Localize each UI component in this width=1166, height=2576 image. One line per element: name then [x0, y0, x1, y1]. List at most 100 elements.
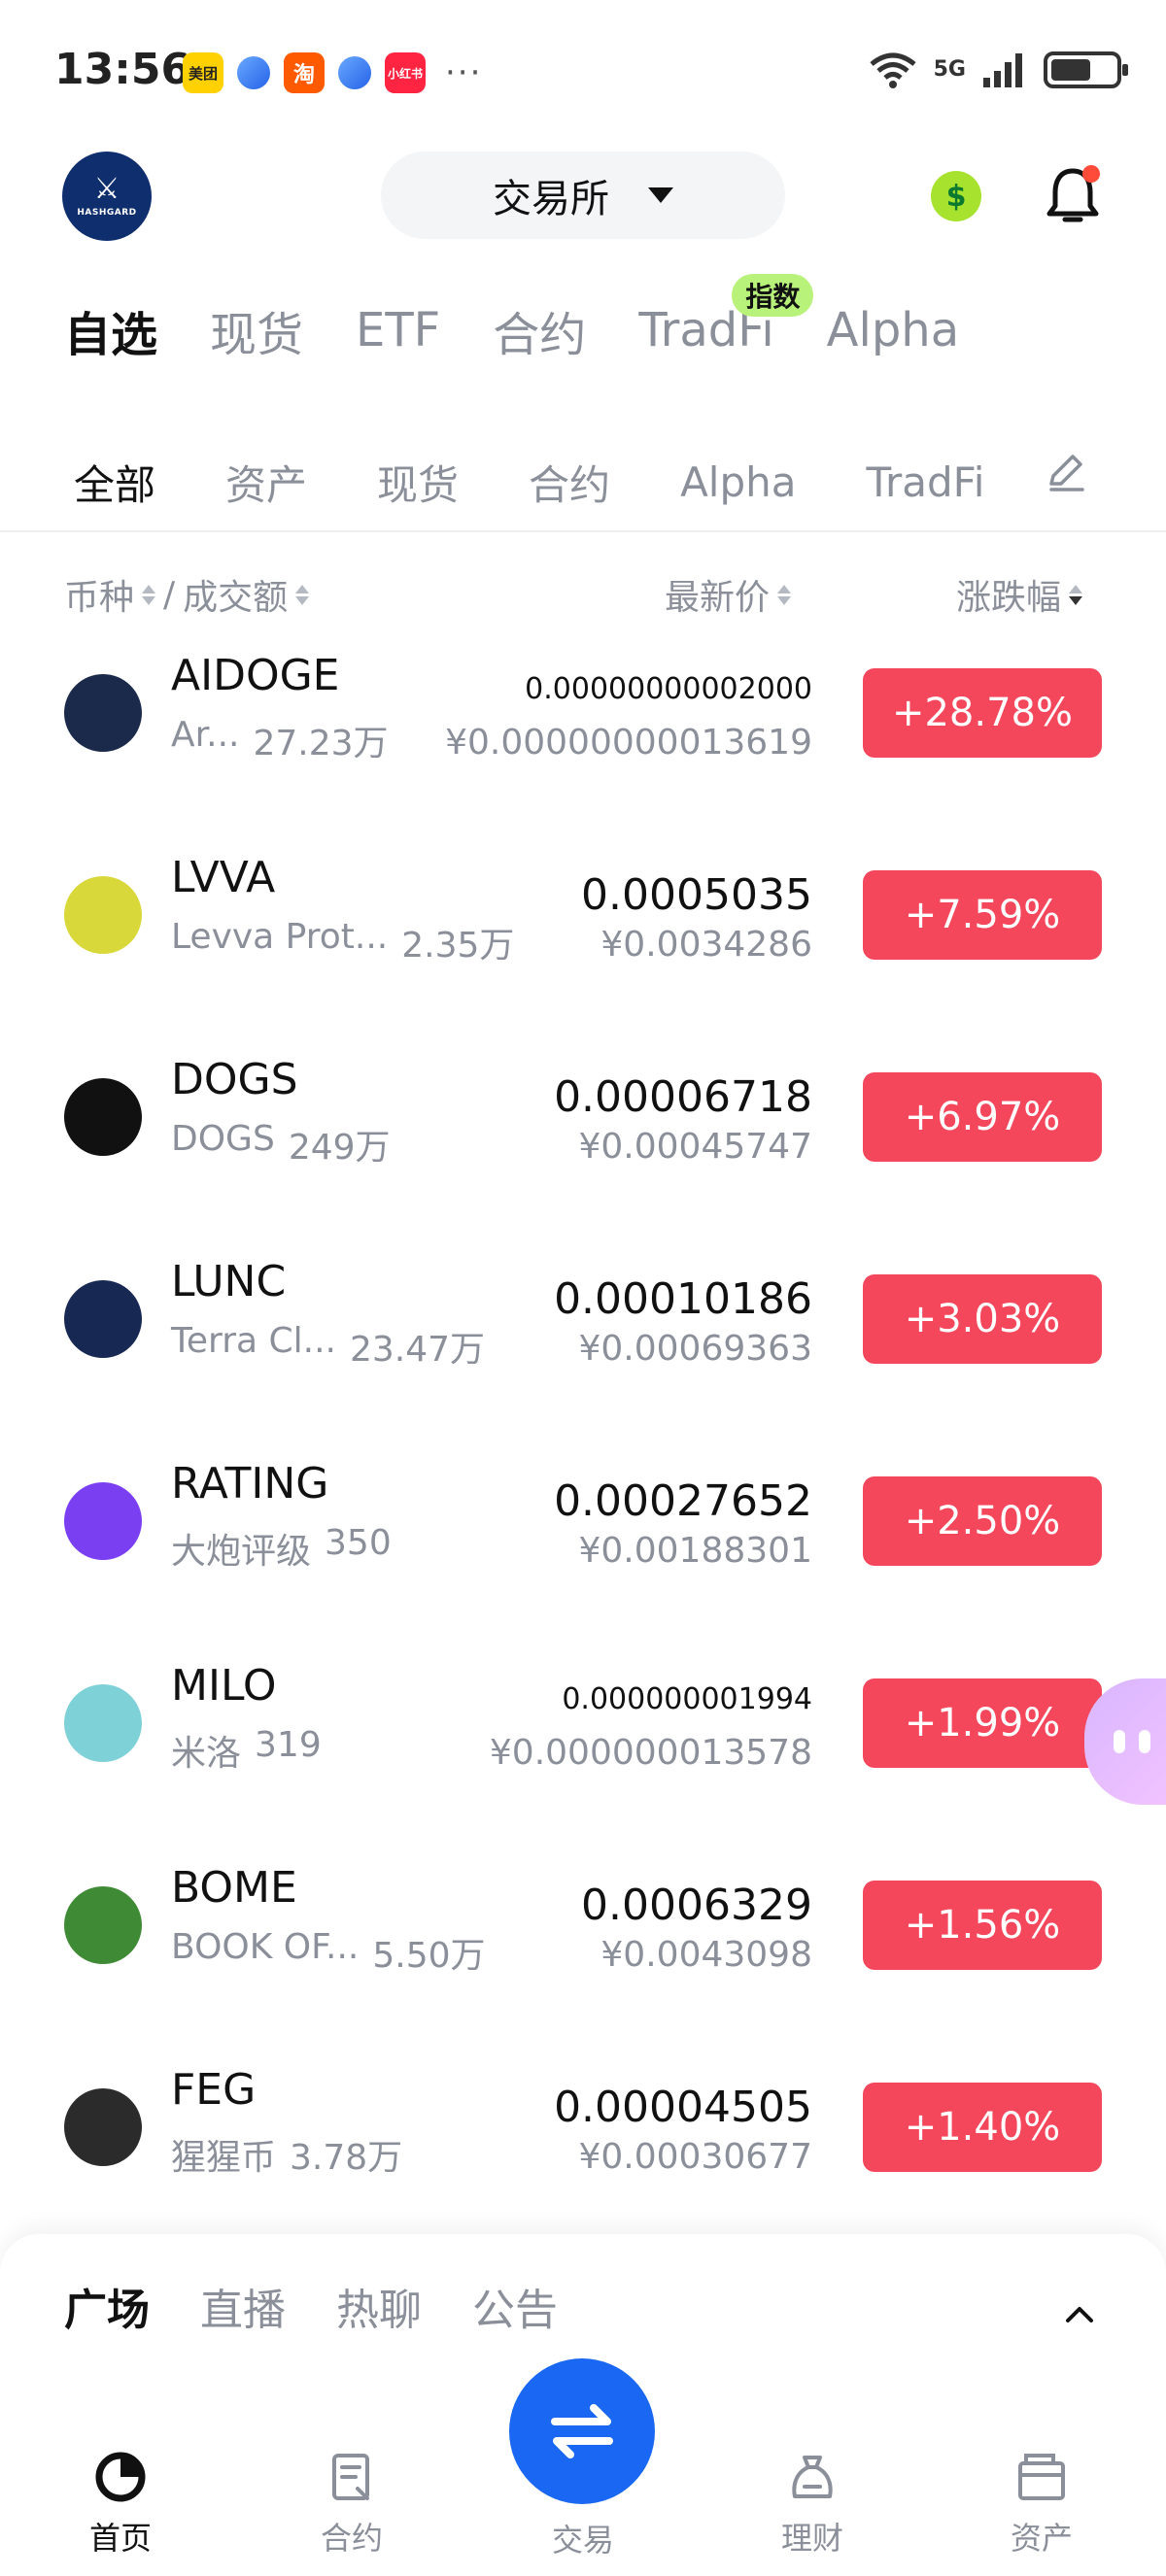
sort-change[interactable]: 涨跌幅 [956, 569, 1083, 620]
coin-name: Terra Cl... [171, 1321, 336, 1361]
wifi-icon [870, 52, 916, 88]
change-badge[interactable]: +1.56% [863, 1881, 1102, 1970]
coin-price: 0.00004505 [554, 2083, 812, 2132]
change-badge[interactable]: +7.59% [863, 870, 1102, 960]
subtab-futures[interactable]: 合约 [529, 453, 610, 512]
chevron-up-icon[interactable] [1063, 2298, 1096, 2331]
sort-price[interactable]: 最新价 [665, 569, 792, 620]
coin-row[interactable]: FEG 猩猩币 3.78万 0.00004505 ¥0.00030677 +1.… [0, 2050, 1166, 2252]
logo-shield-icon: ⚔ [93, 172, 120, 206]
change-badge[interactable]: +2.50% [863, 1476, 1102, 1566]
subtab-assets[interactable]: 资产 [225, 453, 307, 512]
coin-price: 0.00027652 [554, 1476, 812, 1526]
change-badge[interactable]: +1.40% [863, 2083, 1102, 2172]
nav-contracts[interactable]: 合约 [293, 2450, 410, 2559]
coin-row[interactable]: RATING 大炮评级 350 0.00027652 ¥0.00188301 +… [0, 1443, 1166, 1645]
tab-alpha[interactable]: Alpha [827, 303, 959, 357]
chevron-down-icon [648, 187, 673, 203]
coin-logo-icon [64, 1482, 142, 1560]
nav-assets[interactable]: 资产 [983, 2450, 1100, 2559]
coin-price-cny: ¥0.000000013578 [489, 1733, 812, 1773]
sheet-tab-chat[interactable]: 热聊 [336, 2275, 422, 2337]
tab-futures[interactable]: 合约 [493, 296, 586, 364]
sort-icon [142, 584, 156, 605]
notification-bell-button[interactable] [1044, 163, 1102, 227]
network-type: 5G [933, 57, 966, 82]
tab-tradfi[interactable]: TradFi 指数 [638, 274, 814, 357]
sheet-tab-announcement[interactable]: 公告 [472, 2275, 558, 2337]
subtab-all[interactable]: 全部 [74, 453, 155, 512]
coin-symbol: BOME [171, 1863, 297, 1913]
change-badge[interactable]: +28.78% [863, 668, 1102, 758]
nav-home[interactable]: 首页 [62, 2450, 179, 2559]
tab-spot[interactable]: 现货 [210, 296, 303, 364]
change-badge[interactable]: +1.99% [863, 1678, 1102, 1768]
system-indicators: 5G [868, 51, 1128, 89]
coin-subtitle: Terra Cl... 23.47万 [171, 1321, 485, 1372]
dollar-icon[interactable]: $ [931, 171, 981, 221]
change-badge[interactable]: +6.97% [863, 1072, 1102, 1162]
coin-symbol: FEG [171, 2065, 257, 2115]
coin-price: 0.00006718 [554, 1072, 812, 1122]
tab-favorites[interactable]: 自选 [64, 296, 157, 364]
coin-volume: 5.50万 [372, 1936, 486, 1976]
coin-logo-icon [64, 1684, 142, 1762]
col-coin: 币种 [64, 578, 135, 618]
coin-logo-icon [64, 2088, 142, 2166]
coin-name: BOOK OF... [171, 1927, 360, 1967]
nav-assets-label: 资产 [1010, 2520, 1073, 2557]
coin-symbol: LVVA [171, 853, 276, 902]
change-badge[interactable]: +3.03% [863, 1274, 1102, 1364]
secondary-tabs: 全部 资产 现货 合约 Alpha TradFi [74, 433, 1046, 530]
coin-volume: 350 [325, 1523, 392, 1563]
tabs-fade [981, 433, 1040, 530]
col-price: 最新价 [665, 578, 771, 618]
coin-row[interactable]: LVVA Levva Prot... 2.35万 0.0005035 ¥0.00… [0, 837, 1166, 1039]
wallet-icon [1018, 2454, 1065, 2500]
sheet-tabs: 广场 直播 热聊 公告 [64, 2275, 558, 2337]
coin-logo-icon [64, 876, 142, 954]
coin-row[interactable]: AIDOGE Ar... 27.23万 0.00000000002000 ¥0.… [0, 635, 1166, 837]
sheet-tab-square[interactable]: 广场 [64, 2275, 150, 2337]
coin-price-cny: ¥0.00000000013619 [445, 723, 812, 763]
coin-row[interactable]: LUNC Terra Cl... 23.47万 0.00010186 ¥0.00… [0, 1241, 1166, 1443]
col-separator: / [163, 574, 176, 615]
trade-button[interactable] [509, 2358, 655, 2504]
sort-coin-volume[interactable]: 币种 / 成交额 [64, 569, 310, 620]
coin-price: 0.00000000002000 [525, 672, 812, 706]
more-notifications-icon: ··· [445, 53, 483, 92]
nav-home-label: 首页 [88, 2520, 152, 2557]
hashgard-logo[interactable]: ⚔ HASHGARD [62, 152, 152, 241]
col-volume: 成交额 [183, 578, 289, 618]
coin-subtitle: Levva Prot... 2.35万 [171, 917, 514, 967]
nav-finance[interactable]: 理财 [754, 2450, 871, 2559]
coin-symbol: AIDOGE [171, 651, 340, 700]
sort-icon [777, 584, 792, 605]
sheet-tab-live[interactable]: 直播 [200, 2275, 286, 2337]
swap-arrows-icon [551, 2404, 613, 2458]
finance-bag-icon [792, 2456, 833, 2498]
nav-contracts-label: 合约 [320, 2520, 383, 2557]
coin-row[interactable]: BOME BOOK OF... 5.50万 0.0006329 ¥0.00430… [0, 1847, 1166, 2050]
edit-icon[interactable] [1044, 449, 1088, 493]
subtab-alpha[interactable]: Alpha [680, 458, 796, 506]
divider [0, 530, 1166, 532]
coin-row[interactable]: DOGS DOGS 249万 0.00006718 ¥0.00045747 +6… [0, 1039, 1166, 1241]
coin-logo-icon [64, 1886, 142, 1964]
status-time: 13:56 [54, 45, 191, 94]
primary-tabs: 自选 现货 ETF 合约 TradFi 指数 Alpha [64, 274, 1012, 369]
coin-row[interactable]: MILO 米洛 319 0.000000001994 ¥0.0000000135… [0, 1645, 1166, 1847]
coin-price-cny: ¥0.0043098 [600, 1935, 812, 1975]
tab-etf[interactable]: ETF [356, 303, 440, 357]
coin-volume: 249万 [288, 1128, 391, 1168]
meituan-app-icon: 美团 [183, 52, 223, 93]
index-badge: 指数 [732, 274, 814, 317]
coin-symbol: DOGS [171, 1055, 298, 1104]
exchange-selector[interactable]: 交易所 [381, 152, 785, 239]
subtab-spot[interactable]: 现货 [377, 453, 459, 512]
taobao-app-icon: 淘 [284, 52, 325, 93]
status-bar: 13:56 美团 淘 小红书 ··· 5G [0, 0, 1166, 146]
coin-volume: 27.23万 [253, 724, 389, 763]
subtab-tradfi[interactable]: TradFi [866, 458, 984, 506]
coin-symbol: RATING [171, 1459, 329, 1508]
